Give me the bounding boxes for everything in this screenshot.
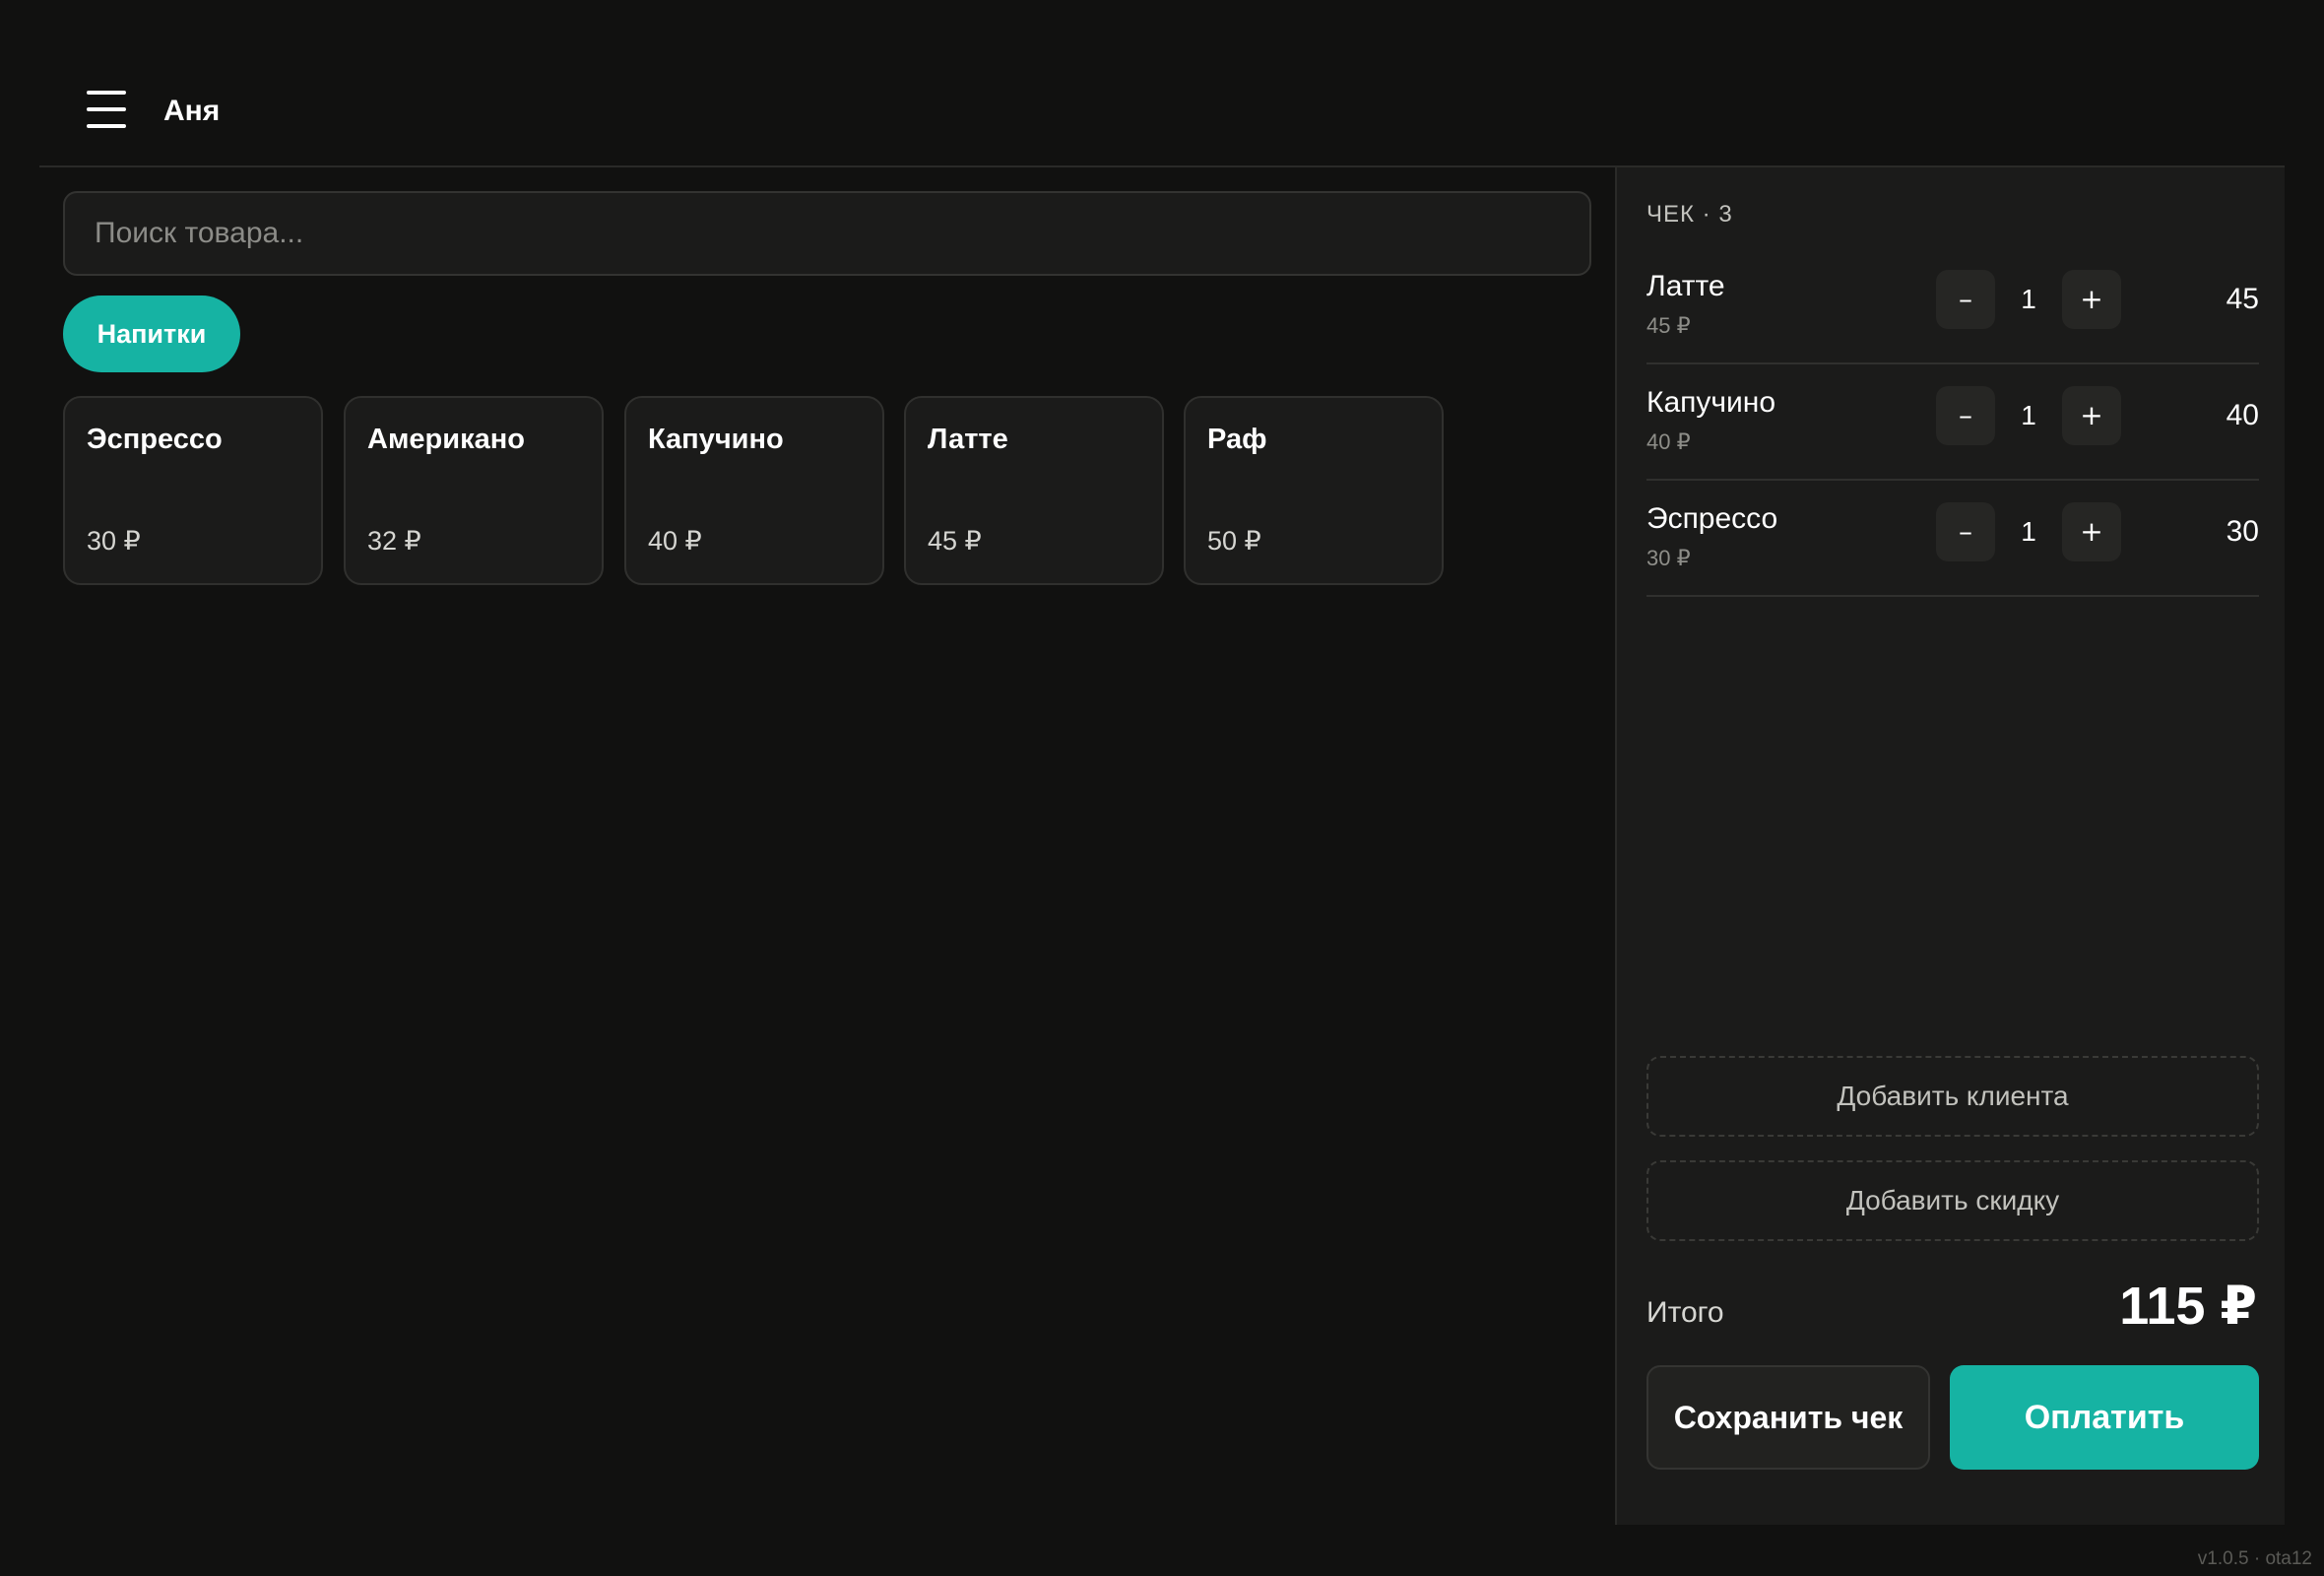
hamburger-menu-icon[interactable] <box>87 89 126 130</box>
version-label: v1.0.5 · ota12 <box>2197 1548 2312 1569</box>
product-card[interactable]: Раф 50 ₽ <box>1184 396 1444 585</box>
line-item-name: Капучино <box>1646 386 1776 419</box>
product-card[interactable]: Американо 32 ₽ <box>344 396 604 585</box>
product-price: 45 ₽ <box>928 526 982 556</box>
total-value: 115 ₽ <box>2119 1277 2257 1336</box>
receipt-line: Капучино 40 ₽ – 1 + 40 <box>1646 364 2259 481</box>
product-catalog: Напитки Эспрессо 30 ₽ Американо 32 ₽ Кап… <box>39 169 1615 1525</box>
category-chip-drinks[interactable]: Напитки <box>63 296 240 372</box>
increase-qty-button[interactable]: + <box>2062 270 2121 329</box>
line-item-unit-price: 30 ₽ <box>1646 546 1691 570</box>
search-input[interactable] <box>63 191 1591 276</box>
product-name: Эспрессо <box>87 424 223 455</box>
line-item-name: Латте <box>1646 270 1725 302</box>
add-discount-button[interactable]: Добавить скидку <box>1646 1160 2259 1241</box>
receipt-panel: ЧЕК · 3 Латте 45 ₽ – 1 + 45 Капучино 40 … <box>1615 167 2285 1525</box>
receipt-title: ЧЕК · 3 <box>1646 201 1733 228</box>
decrease-qty-button[interactable]: – <box>1936 270 1995 329</box>
app-header: Аня <box>39 0 2285 167</box>
add-client-button[interactable]: Добавить клиента <box>1646 1056 2259 1137</box>
quantity-value: 1 <box>2021 284 2036 314</box>
product-card[interactable]: Латте 45 ₽ <box>904 396 1164 585</box>
product-price: 40 ₽ <box>648 526 702 556</box>
line-item-total: 45 <box>2226 283 2259 315</box>
line-item-name: Эспрессо <box>1646 502 1778 535</box>
line-item-unit-price: 40 ₽ <box>1646 429 1691 454</box>
quantity-value: 1 <box>2021 516 2036 547</box>
product-price: 32 ₽ <box>367 526 421 556</box>
increase-qty-button[interactable]: + <box>2062 386 2121 445</box>
line-item-unit-price: 45 ₽ <box>1646 313 1691 338</box>
line-item-total: 40 <box>2226 399 2259 431</box>
product-card[interactable]: Эспрессо 30 ₽ <box>63 396 323 585</box>
quantity-value: 1 <box>2021 400 2036 430</box>
receipt-line: Латте 45 ₽ – 1 + 45 <box>1646 248 2259 364</box>
product-name: Раф <box>1207 424 1267 455</box>
product-name: Капучино <box>648 424 784 455</box>
user-name: Аня <box>163 95 221 127</box>
receipt-line: Эспрессо 30 ₽ – 1 + 30 <box>1646 481 2259 597</box>
product-price: 30 ₽ <box>87 526 141 556</box>
decrease-qty-button[interactable]: – <box>1936 386 1995 445</box>
total-label: Итого <box>1646 1296 1724 1329</box>
pay-button[interactable]: Оплатить <box>1950 1365 2259 1470</box>
product-card[interactable]: Капучино 40 ₽ <box>624 396 884 585</box>
decrease-qty-button[interactable]: – <box>1936 502 1995 561</box>
product-name: Американо <box>367 424 525 455</box>
product-price: 50 ₽ <box>1207 526 1261 556</box>
line-item-total: 30 <box>2226 515 2259 548</box>
save-receipt-button[interactable]: Сохранить чек <box>1646 1365 1930 1470</box>
product-name: Латте <box>928 424 1008 455</box>
increase-qty-button[interactable]: + <box>2062 502 2121 561</box>
